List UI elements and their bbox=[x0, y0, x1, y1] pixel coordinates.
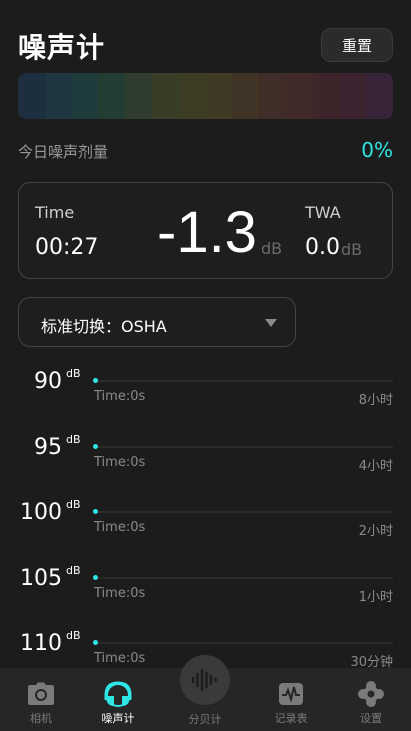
color-segment bbox=[178, 73, 206, 119]
color-segment bbox=[259, 73, 286, 119]
color-segment bbox=[312, 73, 340, 119]
level-limit: 4小时 bbox=[358, 459, 393, 474]
headphones-icon bbox=[103, 680, 133, 708]
level-db-value: 110 bbox=[20, 631, 62, 656]
level-db-unit: dB bbox=[66, 498, 81, 511]
level-db-unit: dB bbox=[66, 433, 81, 446]
level-row-105: 105 dB Time:0s 1小时 bbox=[0, 564, 411, 626]
level-progress-dot bbox=[93, 575, 98, 580]
level-progress-track bbox=[96, 446, 393, 448]
color-segment bbox=[339, 73, 367, 119]
color-segment bbox=[366, 73, 393, 119]
time-value: 00:27 bbox=[35, 235, 99, 260]
level-row-95: 95 dB Time:0s 4小时 bbox=[0, 433, 411, 495]
chevron-down-icon bbox=[265, 319, 277, 327]
level-time: Time:0s bbox=[94, 651, 146, 666]
level-db-unit: dB bbox=[66, 367, 81, 380]
color-segment bbox=[232, 73, 260, 119]
twa-value: 0.0 bbox=[305, 235, 340, 260]
page-title: 噪声计 bbox=[18, 31, 106, 64]
level-row-100: 100 dB Time:0s 2小时 bbox=[0, 498, 411, 560]
color-segment bbox=[151, 73, 179, 119]
current-db-unit: dB bbox=[261, 239, 283, 258]
standard-label: 标准切换：OSHA bbox=[41, 317, 167, 336]
nav-camera[interactable]: 相机 bbox=[0, 668, 82, 731]
level-progress-dot bbox=[93, 509, 98, 514]
level-progress-track bbox=[96, 577, 393, 579]
noise-color-scale bbox=[18, 73, 393, 119]
level-progress-dot bbox=[93, 640, 98, 645]
level-db-value: 100 bbox=[20, 500, 62, 525]
color-segment bbox=[18, 73, 45, 119]
level-time: Time:0s bbox=[94, 389, 146, 404]
level-limit: 8小时 bbox=[358, 393, 393, 408]
level-progress-track bbox=[96, 642, 393, 644]
current-db-value: -1.3 bbox=[157, 200, 257, 265]
twa-label: TWA bbox=[305, 203, 341, 222]
color-segment bbox=[125, 73, 152, 119]
reset-button[interactable]: 重置 bbox=[321, 28, 393, 62]
level-db-unit: dB bbox=[66, 629, 81, 642]
level-time: Time:0s bbox=[94, 455, 146, 470]
nav-settings[interactable]: 设置 bbox=[330, 668, 411, 731]
meter-card: Time 00:27 -1.3 dB TWA 0.0 dB bbox=[18, 182, 393, 279]
color-segment bbox=[205, 73, 233, 119]
level-progress-track bbox=[96, 511, 393, 513]
waveform-icon bbox=[191, 668, 217, 692]
dose-label: 今日噪声剂量 bbox=[18, 143, 109, 161]
dose-value: 0% bbox=[361, 138, 393, 162]
twa-unit: dB bbox=[341, 240, 363, 259]
level-limit: 2小时 bbox=[358, 524, 393, 539]
nav-noise-meter[interactable]: 噪声计 bbox=[77, 668, 159, 731]
level-db-value: 95 bbox=[34, 435, 62, 460]
nav-decibel-label: 分贝计 bbox=[188, 713, 222, 726]
header: 噪声计 重置 bbox=[0, 0, 411, 70]
standard-select[interactable]: 标准切换：OSHA bbox=[18, 297, 296, 347]
pulse-chart-icon bbox=[276, 680, 306, 708]
camera-icon bbox=[26, 680, 56, 708]
nav-camera-label: 相机 bbox=[30, 712, 52, 725]
level-progress-dot bbox=[93, 444, 98, 449]
level-time: Time:0s bbox=[94, 520, 146, 535]
nav-settings-label: 设置 bbox=[360, 712, 382, 725]
nav-records[interactable]: 记录表 bbox=[250, 668, 332, 731]
level-db-unit: dB bbox=[66, 564, 81, 577]
nav-records-label: 记录表 bbox=[274, 712, 308, 725]
level-limit: 1小时 bbox=[358, 590, 393, 605]
color-segment bbox=[285, 73, 313, 119]
level-db-value: 90 bbox=[34, 369, 62, 394]
level-time: Time:0s bbox=[94, 586, 146, 601]
level-progress-track bbox=[96, 380, 393, 382]
time-label: Time bbox=[35, 203, 75, 222]
nav-noise-label: 噪声计 bbox=[101, 712, 135, 725]
color-segment bbox=[44, 73, 72, 119]
level-db-value: 105 bbox=[20, 566, 62, 591]
color-segment bbox=[98, 73, 126, 119]
level-progress-dot bbox=[93, 378, 98, 383]
gear-icon bbox=[356, 680, 386, 708]
decibel-meter-button[interactable] bbox=[180, 655, 230, 705]
level-row-90: 90 dB Time:0s 8小时 bbox=[0, 367, 411, 429]
color-segment bbox=[71, 73, 99, 119]
